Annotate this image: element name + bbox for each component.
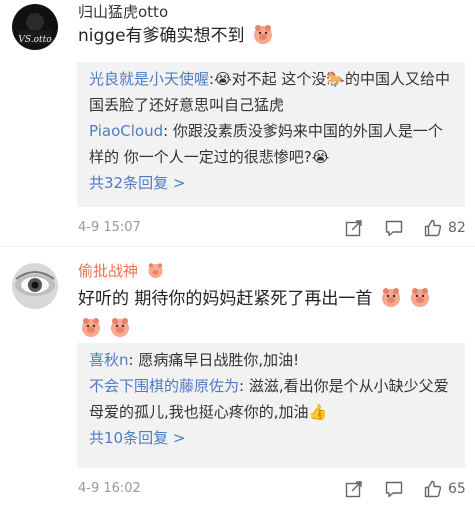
more-replies-link[interactable]: 共32条回复 >: [89, 170, 453, 196]
username[interactable]: 偷批战神: [78, 261, 164, 281]
more-replies-link[interactable]: 共10条回复 >: [89, 425, 453, 451]
pig-face-emoji: [80, 316, 102, 338]
pig-face-emoji: [380, 286, 402, 308]
comment-item: 偷批战神 好听的 期待你的妈妈赶紧死了再出一首 喜秋n: 愿病痛早日战胜你,加油…: [0, 246, 475, 508]
reply-username[interactable]: 光良就是小天使喔: [89, 70, 209, 88]
comment-body: nigge有爹确实想不到: [78, 26, 245, 46]
reply-box: 喜秋n: 愿病痛早日战胜你,加油! 不会下围棋的藤原佐为: 滋滋,看出你是个从小…: [77, 343, 465, 468]
reply-username[interactable]: 喜秋n: [89, 351, 129, 369]
reply-icon[interactable]: [384, 479, 404, 499]
comment-text: nigge有爹确实想不到: [78, 21, 448, 51]
avatar[interactable]: VS.otto: [12, 4, 58, 50]
reply-icon[interactable]: [384, 218, 404, 238]
comment-footer: 4-9 16:02 65: [78, 477, 468, 501]
like-count: 65: [448, 481, 466, 497]
thumbs-up-icon[interactable]: [423, 218, 443, 238]
pig-face-emoji: [252, 23, 274, 45]
share-icon[interactable]: [344, 479, 364, 499]
share-icon[interactable]: [344, 218, 364, 238]
reply-item: 不会下围棋的藤原佐为: 滋滋,看出你是个从小缺少父爱母爱的孤儿,我也挺心疼你的,…: [89, 373, 453, 425]
avatar[interactable]: [12, 263, 58, 309]
timestamp: 4-9 16:02: [78, 481, 141, 496]
reply-item: 光良就是小天使喔:😭对不起 这个没🐎的中国人又给中国丢脸了还好意思叫自己猛虎: [89, 66, 453, 118]
username[interactable]: 归山猛虎otto: [78, 2, 168, 22]
reply-username[interactable]: PiaoCloud: [89, 122, 163, 140]
comment-item: VS.otto 归山猛虎otto nigge有爹确实想不到 光良就是小天使喔:😭…: [0, 0, 475, 246]
reply-item: 喜秋n: 愿病痛早日战胜你,加油!: [89, 347, 453, 373]
comment-body: 好听的 期待你的妈妈赶紧死了再出一首: [78, 289, 373, 309]
reply-username[interactable]: 不会下围棋的藤原佐为: [89, 377, 239, 395]
comment-text: 好听的 期待你的妈妈赶紧死了再出一首: [78, 284, 450, 344]
pig-face-emoji: [109, 316, 131, 338]
thumbs-up-icon[interactable]: [423, 479, 443, 499]
like-count: 82: [448, 220, 466, 236]
comment-footer: 4-9 15:07 82: [78, 216, 468, 240]
avatar-text: VS.otto: [18, 35, 52, 45]
reply-box: 光良就是小天使喔:😭对不起 这个没🐎的中国人又给中国丢脸了还好意思叫自己猛虎 P…: [77, 62, 465, 207]
username-text[interactable]: 偷批战神: [78, 262, 138, 280]
reply-text: : 愿病痛早日战胜你,加油!: [128, 351, 300, 369]
reply-item: PiaoCloud: 你跟没素质没爹妈来中国的外国人是一个样的 你一个人一定过的…: [89, 118, 453, 170]
pig-face-emoji: [409, 286, 431, 308]
vip-badge-icon: [147, 262, 164, 279]
username-text[interactable]: 归山猛虎otto: [78, 3, 168, 21]
timestamp: 4-9 15:07: [78, 220, 141, 235]
